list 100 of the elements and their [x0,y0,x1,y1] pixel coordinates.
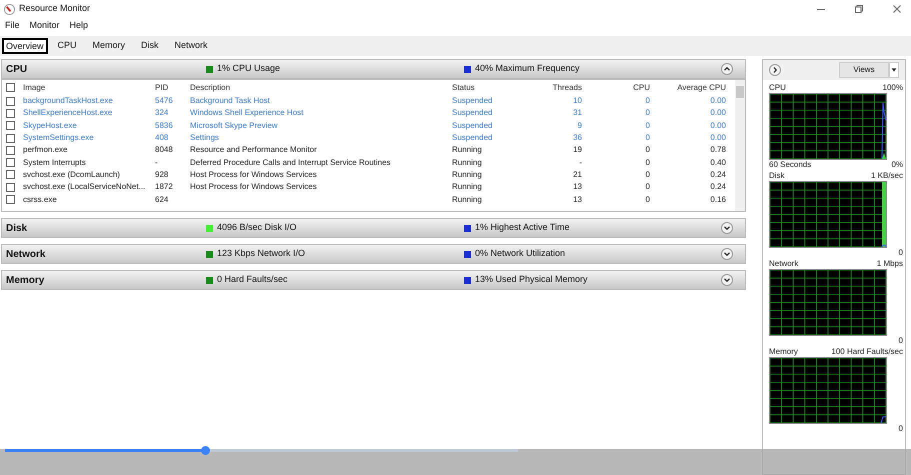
metric-label: 40% Maximum Frequency [475,62,580,76]
table-cell-text: Host Process for Windows Services [189,181,318,194]
views-button[interactable]: Views [839,62,889,78]
table-cell-text: 0.00 [709,107,727,120]
column-header[interactable]: CPU [586,82,654,94]
expand-icon[interactable] [721,248,733,260]
menu-item[interactable]: Help [70,19,88,33]
table-cell-text: Settings [189,132,220,144]
table-cell-text: Suspended [451,120,494,132]
row-checkbox[interactable] [6,146,15,155]
table-cell-text: 0 [644,107,651,120]
table-cell-text: 8048 [154,144,174,156]
minimize-icon[interactable] [817,8,825,10]
table-cell-text: 0.00 [709,132,727,144]
table-cell-text: 0 [644,168,651,181]
table-cell-text: 0.16 [709,194,727,206]
table-cell-text: 31 [572,107,583,120]
table-cell-text: 0.78 [709,144,727,156]
column-header[interactable]: Image [19,82,151,94]
select-all-checkbox[interactable] [6,83,15,92]
table-cell-text: Running [451,168,483,181]
section-header[interactable]: CPU 1% CPU Usage 40% Maximum Frequency [1,59,746,79]
table-cell-text: Running [451,181,483,194]
seek-thumb[interactable] [201,446,210,455]
table-cell-text: - [154,156,159,169]
row-checkbox[interactable] [6,121,15,130]
table-cell-text: 21 [572,168,583,181]
column-header[interactable]: PID [151,82,186,94]
section-title: Network [6,248,46,262]
section-header[interactable]: Disk 4096 B/sec Disk I/O 1% Highest Active Time [1,218,746,238]
metric-label: 0 Hard Faults/sec [217,273,288,286]
row-checkbox[interactable] [6,195,15,204]
tab[interactable]: Disk [135,38,165,54]
graph-scale-label: 100 Hard Faults/sec [831,346,903,358]
table-cell-text: 0 [644,132,651,144]
metric-label: 0% Network Utilization [475,247,566,260]
metric-label: 123 Kbps Network I/O [217,247,306,260]
table-cell-text: Running [451,156,483,169]
menu-item[interactable]: File [5,19,20,33]
table-cell-text: 19 [572,144,583,156]
table-cell-text: 9 [576,120,583,132]
table-cell-text: 324 [154,107,170,120]
graph-scale-label: 0 [898,247,903,259]
close-icon[interactable] [893,5,901,13]
table-cell-text: SkypeHost.exe [22,120,78,132]
table-cell-text: Suspended [451,132,494,144]
collapse-icon[interactable] [721,63,733,75]
table-cell-text: Microsoft Skype Preview [189,120,279,132]
table-cell-text: 0 [644,95,651,108]
app-icon [4,4,15,14]
table-cell-text: Suspended [451,95,494,108]
graph-scale-label: 100% [882,82,903,94]
table-cell-text: Running [451,144,483,156]
table-cell-text: Suspended [451,107,494,120]
column-header[interactable]: Status [448,82,518,94]
table-cell-text: backgroundTaskHost.exe [22,95,114,108]
expand-icon[interactable] [721,274,733,286]
table-cell-text: Resource and Performance Monitor [189,144,318,156]
table-cell-text: perfmon.exe [22,144,68,156]
column-header[interactable]: Average CPU [654,82,730,94]
table-cell-text: Host Process for Windows Services [189,168,318,181]
graph-scale-label: 1 KB/sec [870,170,903,182]
table-cell-text: 13 [572,181,583,194]
section-header[interactable]: Memory 0 Hard Faults/sec 13% Used Physical Memory [1,270,746,290]
table-cell-text: Running [451,194,483,206]
expand-pane-icon[interactable] [769,64,781,76]
table-cell-text: svchost.exe (LocalServiceNoNet... [22,181,146,194]
row-checkbox[interactable] [6,134,15,143]
table-cell-text: 36 [572,132,583,144]
column-header[interactable]: Threads [518,82,586,94]
graph-scale-label: 0% [891,159,903,171]
tab[interactable]: Memory [86,38,132,54]
menu-item[interactable]: Monitor [30,19,60,33]
table-cell-text: - [578,156,583,169]
table-cell-text: svchost.exe (DcomLaunch) [22,168,121,181]
table-cell-text: SystemSettings.exe [22,132,95,144]
restore-icon[interactable] [855,5,863,13]
row-checkbox[interactable] [6,158,15,168]
table-cell-text: Background Task Host [189,95,271,108]
scrollbar[interactable] [735,80,745,211]
column-header[interactable]: Description [186,82,448,94]
dropdown-caret-icon[interactable] [889,62,899,78]
table-cell-text: 5476 [154,95,174,108]
section-header[interactable]: Network 123 Kbps Network I/O 0% Network Utilization [1,244,746,264]
expand-icon[interactable] [721,222,733,234]
tab[interactable]: Overview [2,38,48,54]
row-checkbox[interactable] [6,170,15,180]
graph-scale-label: 0 [898,423,903,435]
row-checkbox[interactable] [6,96,15,106]
graph-time-label: 60 Seconds [769,159,812,171]
table-cell-text: 0 [644,181,651,194]
graph-title: Disk [769,170,785,182]
tab[interactable]: CPU [52,38,83,54]
table-cell-text: 0.24 [709,181,727,194]
row-checkbox[interactable] [6,182,15,192]
tab[interactable]: Network [168,38,214,54]
table-cell-text: System Interrupts [22,156,87,169]
metric-label: 1% Highest Active Time [475,221,570,234]
table-cell-text: 5836 [154,120,174,132]
row-checkbox[interactable] [6,108,15,118]
